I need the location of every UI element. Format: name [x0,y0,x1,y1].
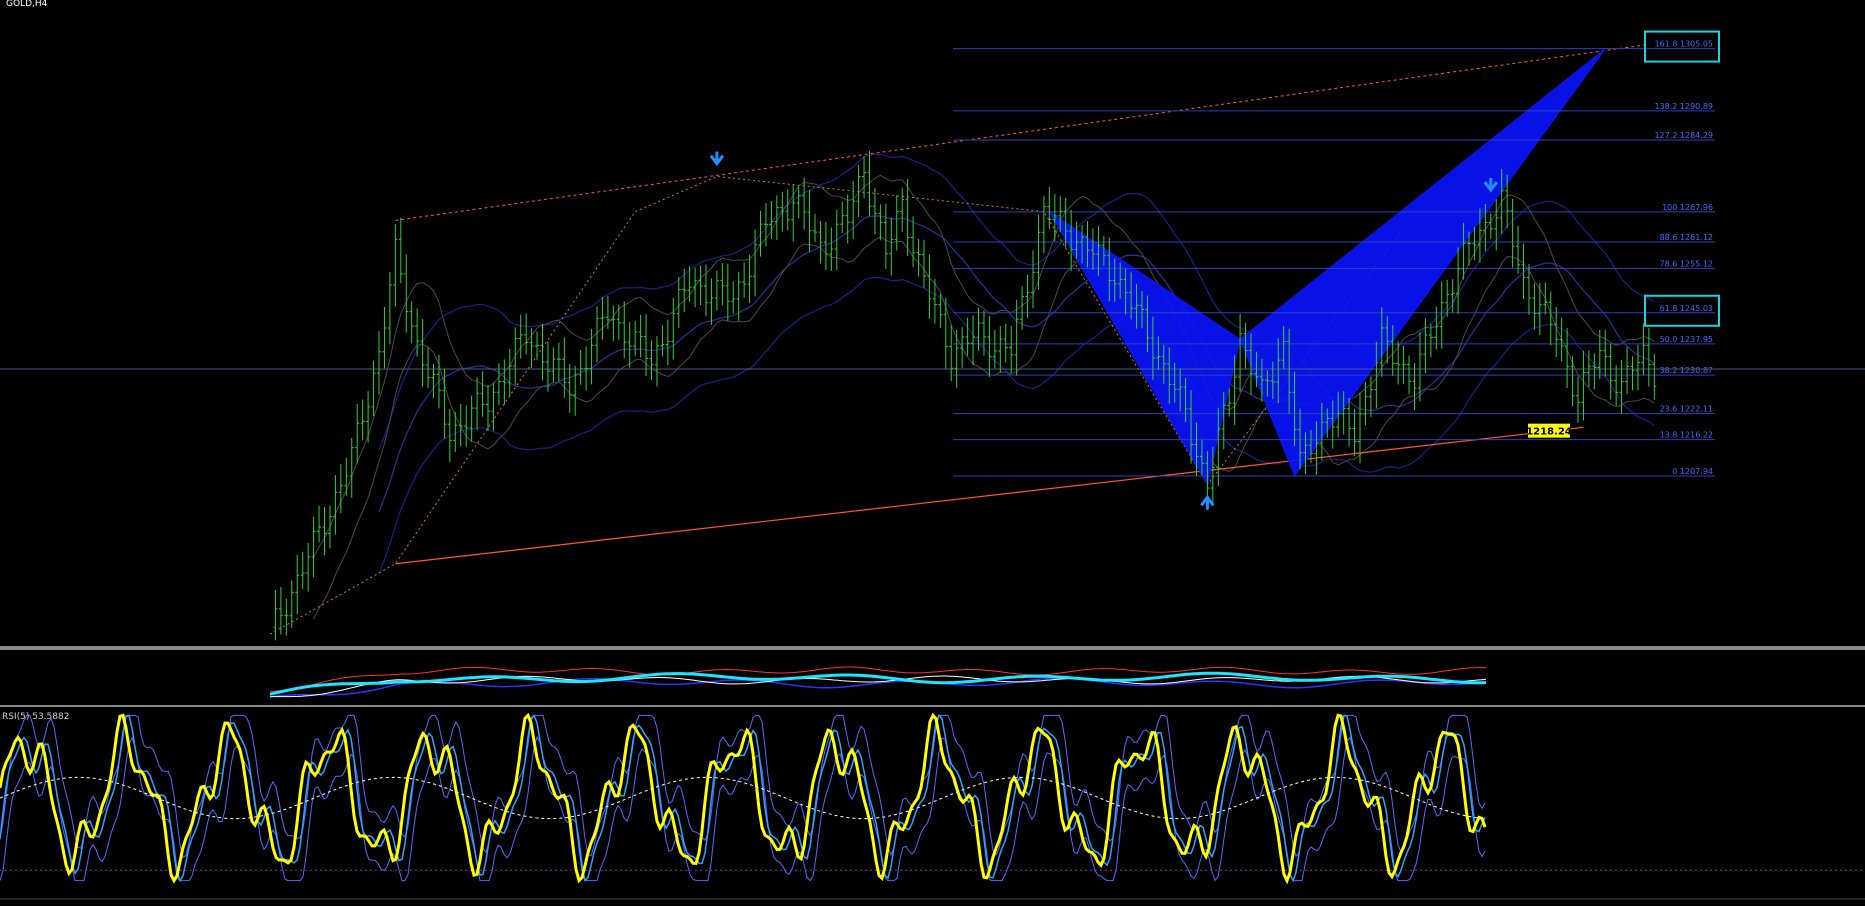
envelope-lower [313,236,1655,620]
rsi-lower-band [0,735,1486,882]
fractal-marker-2 [1200,494,1215,510]
price-tag-text: 1218.24 [1526,427,1572,438]
fibonacci-levels[interactable]: 161.8 1305.05 138.2 1290.89 127.2 1284.29 1… [0,30,1865,477]
fib-label-7: 50.0 1237.95 [1660,335,1713,344]
fib-label-2: 127.2 1284.29 [1654,131,1713,140]
symbol-label: GOLD,H4 [6,0,48,9]
fib-label-9: 23.6 1222.11 [1660,405,1713,414]
rsi-label: RSI(5) 53.5882 [2,712,69,722]
lower-trend-line [395,426,1584,565]
pane-separator-2[interactable] [0,705,1865,707]
fib-label-3: 100 1267.96 [1662,203,1713,212]
price-chart-svg[interactable]: 161.8 1305.05 138.2 1290.89 127.2 1284.29 1… [0,0,1865,902]
fib-label-11: 0 1207.94 [1672,467,1713,476]
chart-window[interactable]: 161.8 1305.05 138.2 1290.89 127.2 1284.29 1… [0,0,1865,902]
fib-label-0: 161.8 1305.05 [1654,40,1713,49]
fractal-marker-0 [709,151,725,167]
fib-label-6: 61.8 1245.03 [1660,304,1713,313]
fib-label-4: 88.6 1261.12 [1660,233,1713,242]
harmonic-triangle-xab [1048,211,1241,486]
rsi-pane [0,712,1865,885]
fib-label-10: 13.8 1216.22 [1660,431,1713,440]
current-price-tag: 1218.24 [1526,423,1572,438]
fib-label-1: 138.2 1290.89 [1654,102,1713,111]
fib-label-8: 38.2 1230.87 [1660,366,1713,375]
fib-label-5: 78.6 1255.12 [1660,259,1713,268]
rsi-average-line [0,776,1485,820]
indicator-pane-1 [269,666,1487,698]
pane-separator-1[interactable] [0,646,1865,650]
